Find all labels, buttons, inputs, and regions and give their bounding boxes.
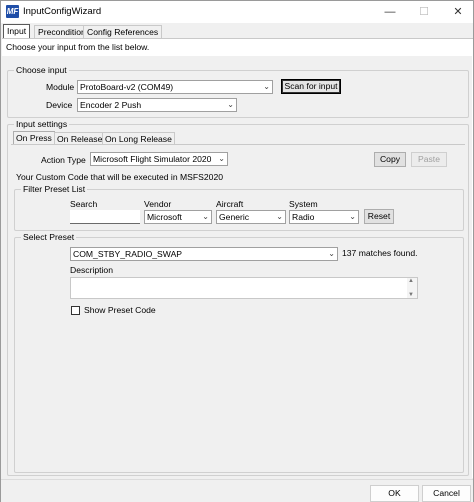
chevron-down-icon: ⌄ (227, 100, 234, 109)
tab-on-press[interactable]: On Press (13, 131, 55, 145)
module-label: Module (46, 82, 75, 92)
tab-precondition[interactable]: Precondition (34, 25, 90, 38)
scroll-down-icon[interactable]: ▼ (408, 292, 414, 298)
title-bar[interactable]: MF InputConfigWizard — ☐ ✕ (1, 1, 473, 23)
search-input[interactable] (70, 210, 140, 224)
matches-count: 137 matches found. (342, 248, 418, 258)
system-label: System (289, 199, 318, 209)
maximize-icon: ☐ (419, 6, 429, 18)
vendor-select[interactable]: Microsoft ⌄ (144, 210, 212, 224)
description-scrollbar[interactable]: ▲ ▼ (407, 278, 417, 298)
select-preset-legend: Select Preset (21, 232, 77, 243)
main-tab-strip: Input Precondition Config References (1, 24, 473, 38)
action-type-label: Action Type (41, 155, 86, 165)
preset-value: COM_STBY_RADIO_SWAP (73, 249, 183, 259)
instruction-text: Choose your input from the list below. (6, 42, 150, 52)
chevron-down-icon: ⌄ (218, 154, 225, 163)
chevron-down-icon: ⌄ (202, 212, 209, 221)
scan-for-input-button[interactable]: Scan for input (281, 79, 341, 94)
vendor-label: Vendor (144, 199, 172, 209)
device-label: Device (46, 100, 73, 110)
system-value: Radio (292, 212, 315, 222)
select-preset-group: Select Preset COM_STBY_RADIO_SWAP ⌄ 137 … (14, 232, 464, 473)
vendor-value: Microsoft (147, 212, 182, 222)
filter-preset-legend: Filter Preset List (21, 184, 88, 195)
choose-input-legend: Choose input (14, 65, 69, 76)
chevron-down-icon: ⌄ (276, 212, 283, 221)
ok-button[interactable]: OK (370, 485, 419, 502)
reset-button[interactable]: Reset (364, 209, 394, 224)
chevron-down-icon: ⌄ (328, 249, 335, 258)
copy-button[interactable]: Copy (374, 152, 406, 167)
action-type-value: Microsoft Flight Simulator 2020 (93, 154, 212, 164)
system-select[interactable]: Radio ⌄ (289, 210, 359, 224)
aircraft-select[interactable]: Generic ⌄ (216, 210, 286, 224)
description-textarea[interactable]: ▲ ▼ (70, 277, 418, 299)
action-type-select[interactable]: Microsoft Flight Simulator 2020 ⌄ (90, 152, 228, 166)
filter-preset-group: Filter Preset List Search Vendor Microso… (14, 184, 464, 231)
description-label: Description (70, 265, 113, 275)
tab-input[interactable]: Input (3, 24, 31, 38)
paste-button: Paste (411, 152, 447, 167)
input-settings-legend: Input settings (14, 119, 70, 130)
cancel-button[interactable]: Cancel (422, 485, 471, 502)
show-preset-code-label[interactable]: Show Preset Code (84, 305, 156, 316)
tab-divider (11, 144, 465, 145)
chevron-down-icon: ⌄ (349, 212, 356, 221)
scroll-up-icon[interactable]: ▲ (408, 278, 414, 284)
input-tab-content: Choose your input from the list below. C… (2, 38, 473, 479)
device-value: Encoder 2 Push (80, 100, 142, 110)
minimize-icon[interactable]: — (375, 3, 405, 21)
aircraft-label: Aircraft (216, 199, 244, 209)
choose-input-group: Choose input Module ProtoBoard-v2 (COM49… (7, 65, 469, 118)
window-title: InputConfigWizard (23, 6, 102, 17)
aircraft-value: Generic (219, 212, 250, 222)
preset-select[interactable]: COM_STBY_RADIO_SWAP ⌄ (70, 247, 338, 261)
custom-code-note: Your Custom Code that will be executed i… (16, 172, 224, 182)
module-select[interactable]: ProtoBoard-v2 (COM49) ⌄ (77, 80, 273, 94)
mobiflight-logo-icon: MF (6, 5, 19, 18)
module-value: ProtoBoard-v2 (COM49) (80, 82, 174, 92)
close-icon[interactable]: ✕ (443, 3, 473, 21)
search-label: Search (70, 199, 98, 209)
device-select[interactable]: Encoder 2 Push ⌄ (77, 98, 237, 112)
input-settings-group: Input settings On Press On Release On Lo… (7, 119, 469, 476)
tab-config-references[interactable]: Config References (83, 25, 163, 38)
input-config-wizard-window: MF InputConfigWizard — ☐ ✕ Input Precond… (0, 0, 474, 502)
show-preset-code-checkbox[interactable] (71, 306, 80, 315)
dialog-footer: OK Cancel (1, 479, 473, 502)
chevron-down-icon: ⌄ (263, 82, 270, 91)
